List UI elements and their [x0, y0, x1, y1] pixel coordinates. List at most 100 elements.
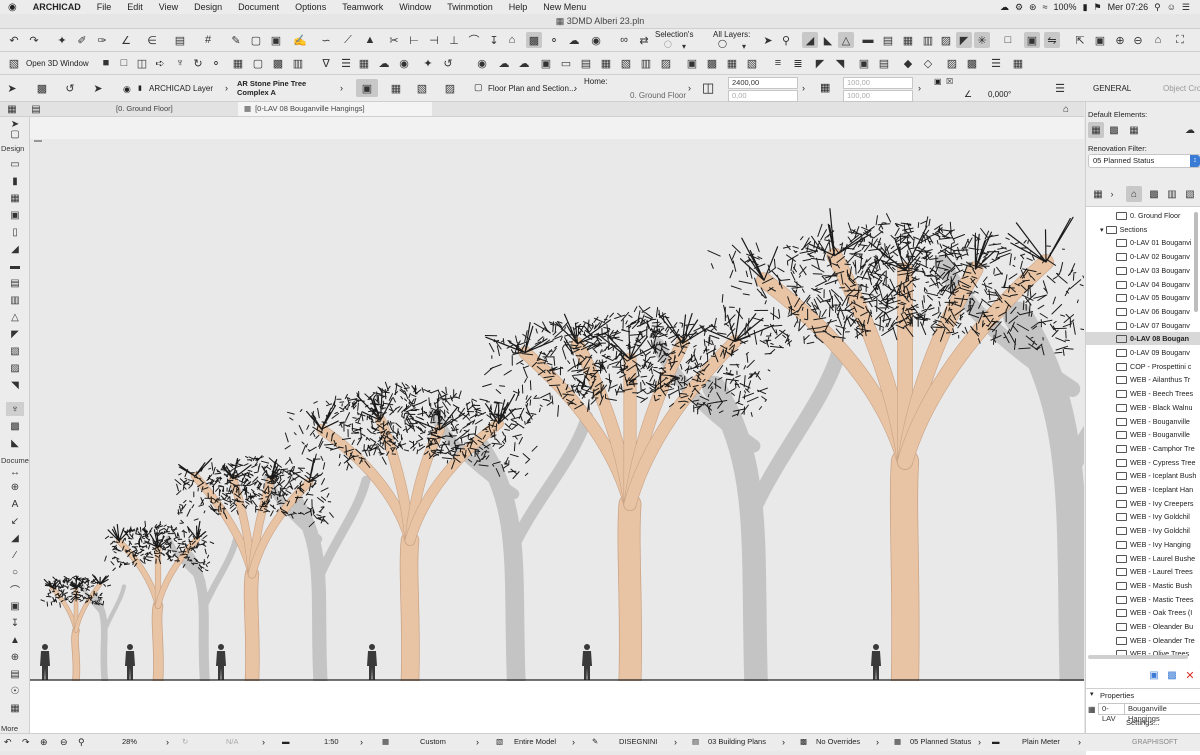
tab-grid-icon[interactable]: ▦	[4, 101, 20, 117]
ungroup-icon[interactable]: ▤	[876, 55, 892, 71]
structure-value[interactable]: Entire Model	[514, 737, 556, 746]
fit-window-icon[interactable]: ⚲	[78, 737, 85, 748]
size-chevron-icon[interactable]: ›	[918, 83, 921, 93]
section-tool-icon[interactable]: ↧	[6, 616, 24, 630]
wall-icon[interactable]: ◢	[802, 32, 818, 48]
shell-tool-icon[interactable]: ◤	[6, 327, 24, 341]
zoom-chevron-icon[interactable]: ›	[166, 737, 169, 747]
snap-icon[interactable]: ∈	[144, 32, 160, 48]
overrides-chevron-icon[interactable]: ›	[876, 737, 879, 747]
floorplan-chevron-icon[interactable]: ›	[574, 83, 577, 93]
link-icon[interactable]: ∞	[616, 32, 632, 48]
menu-twinmotion[interactable]: Twinmotion	[439, 2, 501, 12]
rotation-chevron-icon[interactable]: ›	[262, 737, 265, 747]
layer-lock-icon[interactable]: ▮	[138, 84, 142, 92]
level-dimension-tool-icon[interactable]: ⊕	[6, 480, 24, 494]
undo-icon[interactable]: ↶	[6, 32, 22, 48]
back-icon[interactable]: ↶	[4, 737, 12, 748]
guide-icon[interactable]: ∠	[118, 32, 134, 48]
overrides-value[interactable]: No Overrides	[816, 737, 860, 746]
cloud-icon[interactable]: ☁	[1000, 2, 1009, 13]
layer-chevron-icon[interactable]: ›	[225, 83, 228, 93]
user-icon[interactable]: ☺	[1167, 2, 1176, 12]
navigator-item[interactable]: 0-LAV 05 Bouganv	[1086, 291, 1200, 304]
navigator-item[interactable]: WEB - Ivy Creepers	[1086, 497, 1200, 510]
home-chevron-icon[interactable]: ›	[688, 83, 691, 93]
gravity-icon[interactable]: ↺	[62, 80, 78, 96]
pencil-icon[interactable]: ✎	[228, 32, 244, 48]
renovation-filter-select[interactable]: 05 Planned Status ↕	[1088, 154, 1200, 168]
list-icon[interactable]: ☰	[1182, 2, 1190, 13]
eye-edit-icon[interactable]: ⚬	[546, 32, 562, 48]
bluetooth-icon[interactable]: ⊛	[1029, 2, 1037, 13]
more-section-label[interactable]: More	[1, 724, 18, 733]
curve-icon[interactable]: ∽	[318, 32, 334, 48]
morph-icon[interactable]: ✳	[974, 32, 990, 48]
navigator-item[interactable]: WEB - Black Walnu	[1086, 401, 1200, 414]
layout-icon[interactable]: ▦	[598, 55, 614, 71]
layers-icon[interactable]: ▤	[172, 32, 188, 48]
battery-icon[interactable]: ▮	[1083, 2, 1088, 13]
figure-icon[interactable]: ♆	[172, 55, 188, 71]
structure-chevron-icon[interactable]: ›	[572, 737, 575, 747]
navigator-item[interactable]: WEB - Bouganville	[1086, 428, 1200, 441]
fullscreen-icon[interactable]: ⛶	[1172, 32, 1188, 48]
shell-icon[interactable]: ◤	[956, 32, 972, 48]
delete-view-icon[interactable]: ✕	[1182, 667, 1198, 683]
mesh-tool-icon[interactable]: ◣	[6, 436, 24, 450]
navigator-item[interactable]: WEB - Camphor Tre	[1086, 442, 1200, 455]
navigator-item[interactable]: WEB - Iceplant Bush	[1086, 469, 1200, 482]
zoom-in-icon[interactable]: ⊕	[1112, 32, 1128, 48]
cutaway-icon[interactable]: ▩	[270, 55, 286, 71]
align-icon[interactable]: ≡	[770, 55, 786, 71]
zoom-value[interactable]: 28%	[122, 737, 137, 746]
text-tool-icon[interactable]: A	[6, 497, 24, 511]
marquee-3d-icon[interactable]: ▢	[250, 55, 266, 71]
filter-icon[interactable]: ∇	[318, 55, 334, 71]
eye-icon[interactable]: ◉	[588, 32, 604, 48]
image-icon[interactable]: ▤	[578, 55, 594, 71]
navigator-item[interactable]: 0-LAV 01 Bouganvi	[1086, 236, 1200, 249]
tab-list-icon[interactable]: ▤	[28, 101, 44, 117]
favorite-icon[interactable]: ☰	[1052, 80, 1068, 96]
lock-icon[interactable]: ◆	[900, 55, 916, 71]
rotate-icon[interactable]: ↺	[440, 55, 456, 71]
menu-document[interactable]: Document	[230, 2, 287, 12]
clock[interactable]: Mer 07:26	[1108, 2, 1149, 12]
adjust-icon[interactable]: ↧	[486, 32, 502, 48]
beam-icon[interactable]: ◣	[820, 32, 836, 48]
arrow-select-icon[interactable]: ➤	[90, 80, 106, 96]
model-view-chevron-icon[interactable]: ›	[782, 737, 785, 747]
flag-icon[interactable]: ⚑	[1094, 2, 1102, 13]
navigator-item[interactable]: ▾ Sections	[1086, 223, 1200, 236]
project-map-icon[interactable]: ⌂	[1126, 186, 1142, 202]
syringe-icon[interactable]: ✑	[94, 32, 110, 48]
3d-eye-icon[interactable]: ◉	[396, 55, 412, 71]
navigator-item[interactable]: WEB - Mastic Trees	[1086, 593, 1200, 606]
mirror-icon[interactable]: ▧	[414, 80, 430, 96]
layers-eye-icon[interactable]: ◯	[718, 39, 727, 48]
pen-set-chevron-icon[interactable]: ›	[674, 737, 677, 747]
circle-tool-icon[interactable]: ○	[6, 565, 24, 579]
navigator-item[interactable]: WEB - Ivy Hanging	[1086, 538, 1200, 551]
view-map-icon[interactable]: ▩	[1146, 186, 1162, 202]
section-3d-icon[interactable]: ▥	[290, 55, 306, 71]
render-icon[interactable]: ☁	[496, 55, 512, 71]
drawing-tool-icon[interactable]: ▣	[6, 599, 24, 613]
height-chevron-icon[interactable]: ›	[802, 83, 805, 93]
menu-options[interactable]: Options	[287, 2, 334, 12]
house-icon[interactable]: ⌂	[504, 32, 520, 48]
default-column-icon[interactable]: ▦	[1126, 122, 1142, 138]
lock-ratio-icon[interactable]: ▣	[934, 77, 942, 86]
pen-set-value[interactable]: DISEGNINI	[619, 737, 657, 746]
window-tool-icon[interactable]: ▦	[6, 191, 24, 205]
wall-tool-icon[interactable]: ▭	[6, 157, 24, 171]
navigator-item[interactable]: WEB - Oleander Bu	[1086, 620, 1200, 633]
magic-icon[interactable]: ✦	[420, 55, 436, 71]
navigator-item[interactable]: WEB - Oak Trees (I	[1086, 606, 1200, 619]
arrow-icon[interactable]: ➪	[152, 55, 168, 71]
box-icon[interactable]: ▣	[268, 32, 284, 48]
navigator-scrollbar[interactable]	[1088, 655, 1188, 659]
marquee-icon[interactable]: ▩	[526, 32, 542, 48]
angle-value[interactable]: 0,000°	[988, 90, 1011, 99]
